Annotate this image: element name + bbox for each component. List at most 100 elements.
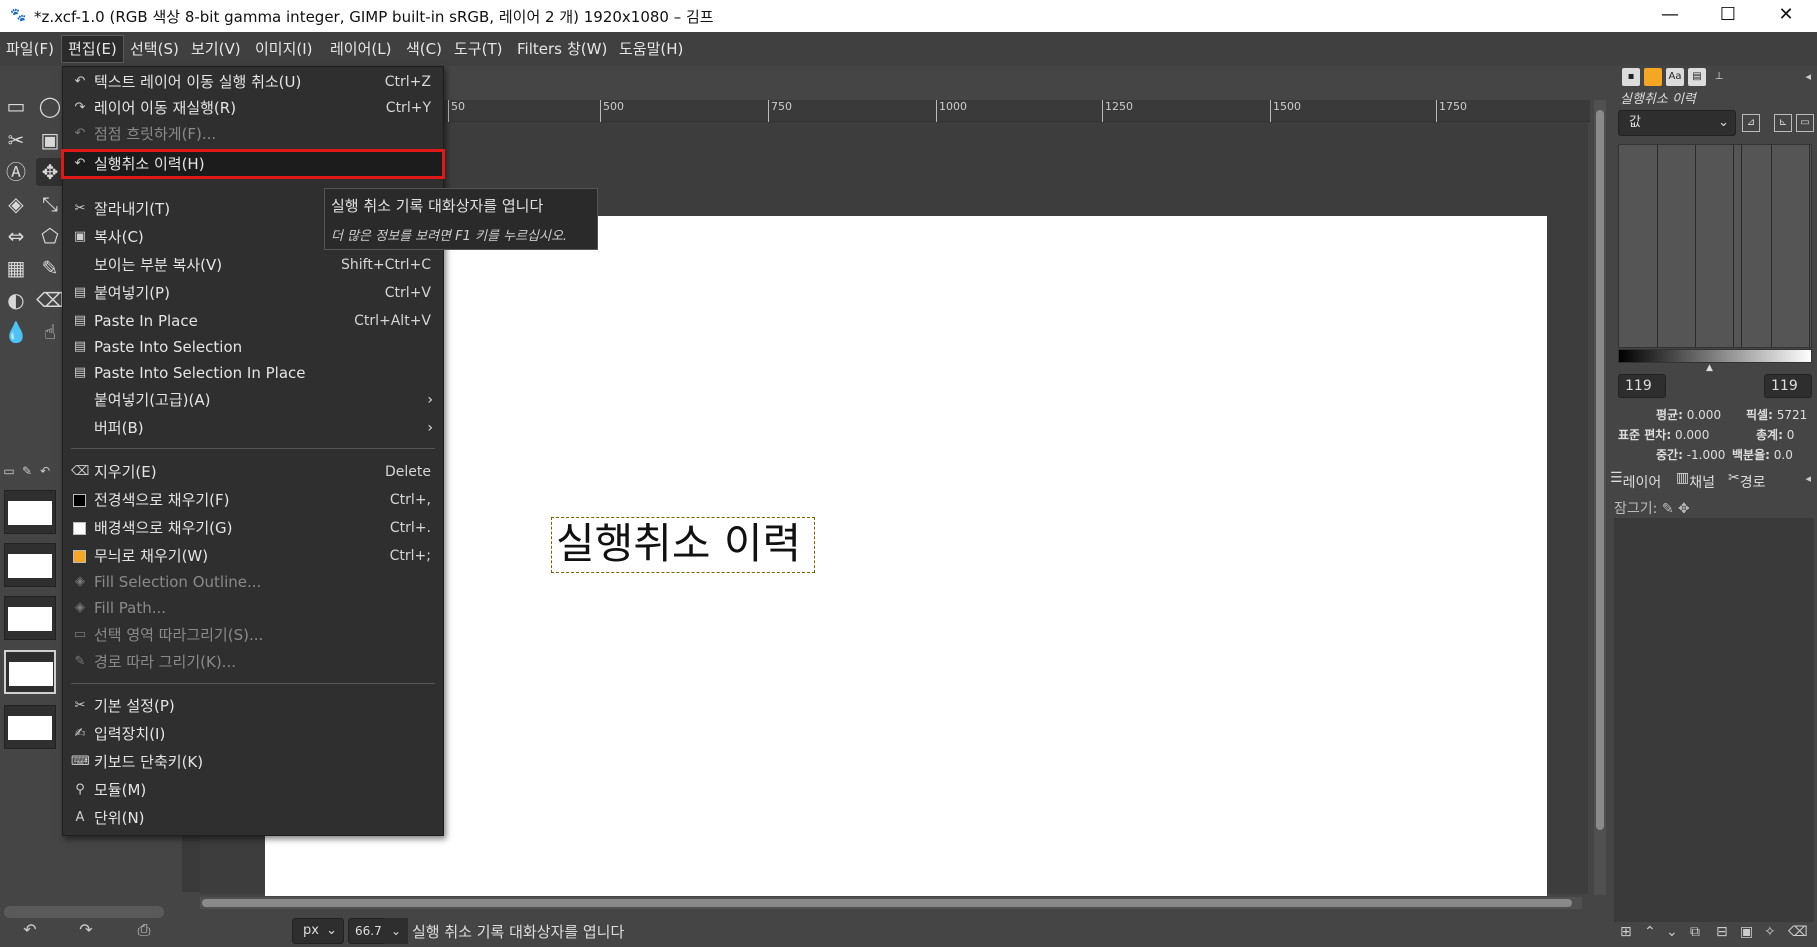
range-marker-icon[interactable]: ▲ <box>1706 363 1713 373</box>
menu-item-units[interactable]: A 단위(N) <box>63 805 443 831</box>
fonts-tab-icon[interactable]: Aa <box>1666 68 1684 86</box>
menu-tools[interactable]: 도구(T) <box>448 36 508 62</box>
merge-layer-icon[interactable]: ⊟ <box>1716 924 1728 940</box>
menu-item-fill-pattern[interactable]: 무늬로 채우기(W) Ctrl+; <box>63 543 443 569</box>
menu-item-undo-history[interactable]: ↶ 실행취소 이력(H) <box>61 149 445 179</box>
menu-item-stroke-selection[interactable]: ▭ 선택 영역 따라그리기(S)... <box>63 622 443 648</box>
menu-windows[interactable]: 창(W) <box>561 36 613 62</box>
close-button[interactable]: ✕ <box>1757 0 1815 32</box>
menu-filters[interactable]: Filters <box>511 36 568 62</box>
menu-colors[interactable]: 색(C) <box>400 36 448 62</box>
device-status-icon[interactable]: ▭ <box>0 464 18 478</box>
range-min-input[interactable]: 119 <box>1618 374 1666 398</box>
image-canvas[interactable] <box>265 216 1547 896</box>
image-thumbnail[interactable] <box>4 596 56 640</box>
foreground-select-icon[interactable]: ▣ <box>36 126 64 154</box>
brushes-icon[interactable]: ✎ <box>18 464 36 478</box>
horizontal-scrollbar[interactable] <box>200 897 1582 909</box>
clone-tool-icon[interactable]: ◐ <box>2 286 30 314</box>
ellipse-select-icon[interactable]: ◯ <box>36 92 64 120</box>
tab-paths[interactable]: ✂ 경로 <box>1728 470 1766 491</box>
pencil-tool-icon[interactable]: ✎ <box>36 254 64 282</box>
flip-tool-icon[interactable]: ⇔ <box>2 222 30 250</box>
duplicate-layer-icon[interactable]: ⧉ <box>1690 924 1700 940</box>
bucket-fill-icon[interactable]: ◈ <box>2 190 30 218</box>
path-tool-icon[interactable]: Ⓐ <box>2 158 30 186</box>
undo-button-icon[interactable]: ↶ <box>10 920 50 944</box>
menu-image[interactable]: 이미지(I) <box>249 36 319 62</box>
histogram-mode-icon[interactable]: ▭ <box>1796 114 1814 132</box>
move-tool-icon[interactable]: ✥ <box>36 158 64 186</box>
maximize-button[interactable]: ☐ <box>1699 0 1757 32</box>
perspective-tool-icon[interactable]: ⬠ <box>36 222 64 250</box>
print-icon[interactable]: ⎙ <box>124 920 164 944</box>
chevron-down-icon[interactable]: ⌄ <box>384 918 408 944</box>
lock-position-icon[interactable]: ✥ <box>1678 501 1690 517</box>
menu-item-paste-into-selection-in-place[interactable]: ▤ Paste Into Selection In Place <box>63 360 443 386</box>
patterns-tab-icon[interactable] <box>1644 68 1662 86</box>
histogram-tab-icon[interactable]: ▪ <box>1622 68 1640 86</box>
menu-item-fill-path[interactable]: ◈ Fill Path... <box>63 595 443 621</box>
rect-select-icon[interactable]: ▭ <box>2 92 30 120</box>
text-layer[interactable]: 실행취소 이력 <box>551 517 815 573</box>
menu-item-copy-visible[interactable]: 보이는 부분 복사(V) Shift+Ctrl+C <box>63 252 443 278</box>
tab-layers[interactable]: ☰ 레이어 <box>1610 470 1661 491</box>
log-histogram-icon[interactable]: ⊾ <box>1774 114 1792 132</box>
menu-item-fill-fg[interactable]: 전경색으로 채우기(F) Ctrl+, <box>63 487 443 513</box>
menu-view[interactable]: 보기(V) <box>185 36 247 62</box>
menu-item-paste-in-place[interactable]: ▤ Paste In Place Ctrl+Alt+V <box>63 308 443 334</box>
menu-layer[interactable]: 레이어(L) <box>324 36 397 62</box>
range-max-input[interactable]: 119 <box>1764 374 1812 398</box>
delete-layer-icon[interactable]: ⌫ <box>1788 924 1808 940</box>
eraser-tool-icon[interactable]: ⌫ <box>36 286 64 314</box>
menu-item-buffer[interactable]: 버퍼(B) › <box>63 415 443 441</box>
scissors-select-icon[interactable]: ✂ <box>2 126 30 154</box>
menu-item-modules[interactable]: ⚲ 모듈(M) <box>63 777 443 803</box>
pin-tab-icon[interactable]: ⊥ <box>1710 68 1728 86</box>
document-tab-icon[interactable]: ▤ <box>1688 68 1706 86</box>
menu-item-clear[interactable]: ⌫ 지우기(E) Delete <box>63 459 443 485</box>
gradient-tool-icon[interactable]: ▦ <box>2 254 30 282</box>
configure-icon[interactable]: ◂ <box>1805 70 1811 83</box>
menu-item-undo[interactable]: ↶ 텍스트 레이어 이동 실행 취소(U) Ctrl+Z <box>63 69 443 95</box>
image-thumbnail[interactable] <box>4 490 56 534</box>
image-thumbnail[interactable] <box>4 705 56 749</box>
configure-icon[interactable]: ◂ <box>1805 472 1811 485</box>
align-tool-icon[interactable]: ⤡ <box>36 190 64 218</box>
menu-item-fade[interactable]: ↶ 점점 흐릿하게(F)... <box>63 121 443 147</box>
menu-select[interactable]: 선택(S) <box>124 36 185 62</box>
menu-item-fill-selection-outline[interactable]: ◈ Fill Selection Outline... <box>63 569 443 595</box>
menu-edit[interactable]: 편집(E) <box>61 35 124 63</box>
histogram-graph[interactable] <box>1618 144 1812 348</box>
histogram-gradient[interactable] <box>1618 349 1812 363</box>
raise-layer-icon[interactable]: ⌃ <box>1644 924 1656 940</box>
linear-histogram-icon[interactable]: ⊿ <box>1742 114 1760 132</box>
menu-item-redo[interactable]: ↷ 레이어 이동 재실행(R) Ctrl+Y <box>63 95 443 121</box>
lock-pixels-icon[interactable]: ✎ <box>1662 501 1674 517</box>
menu-item-paste[interactable]: ▤ 붙여넣기(P) Ctrl+V <box>63 280 443 306</box>
unit-select[interactable]: px ⌄ <box>292 918 344 944</box>
blur-tool-icon[interactable]: 💧 <box>2 318 30 346</box>
menu-item-paste-as[interactable]: 붙여넣기(고급)(A) › <box>63 387 443 413</box>
menu-item-input-devices[interactable]: ✍ 입력장치(I) <box>63 721 443 747</box>
menu-item-paste-into-selection[interactable]: ▤ Paste Into Selection <box>63 334 443 360</box>
toolbox-scrollbar[interactable] <box>4 906 164 918</box>
menu-item-keyboard-shortcuts[interactable]: ⌨ 키보드 단축키(K) <box>63 749 443 775</box>
minimize-button[interactable]: — <box>1641 0 1699 32</box>
menu-file[interactable]: 파일(F) <box>0 36 60 62</box>
redo-button-icon[interactable]: ↷ <box>66 920 106 944</box>
menu-item-stroke-path[interactable]: ✎ 경로 따라 그리기(K)... <box>63 649 443 675</box>
tab-channels[interactable]: ▥ 채널 <box>1676 470 1715 491</box>
image-thumbnail-selected[interactable] <box>4 650 56 694</box>
menu-item-fill-bg[interactable]: 배경색으로 채우기(G) Ctrl+. <box>63 515 443 541</box>
vertical-scrollbar[interactable] <box>1594 100 1606 895</box>
anchor-layer-icon[interactable]: ✧ <box>1764 924 1776 940</box>
undo-tab-icon[interactable]: ↶ <box>36 464 54 478</box>
new-layer-icon[interactable]: ⊞ <box>1620 924 1632 940</box>
channel-select[interactable]: 값 ⌄ <box>1618 110 1736 136</box>
layers-list[interactable] <box>1614 518 1814 922</box>
lower-layer-icon[interactable]: ⌄ <box>1666 924 1678 940</box>
mask-layer-icon[interactable]: ▣ <box>1740 924 1753 940</box>
smudge-tool-icon[interactable]: ☝ <box>36 318 64 346</box>
menu-item-preferences[interactable]: ✂ 기본 설정(P) <box>63 693 443 719</box>
